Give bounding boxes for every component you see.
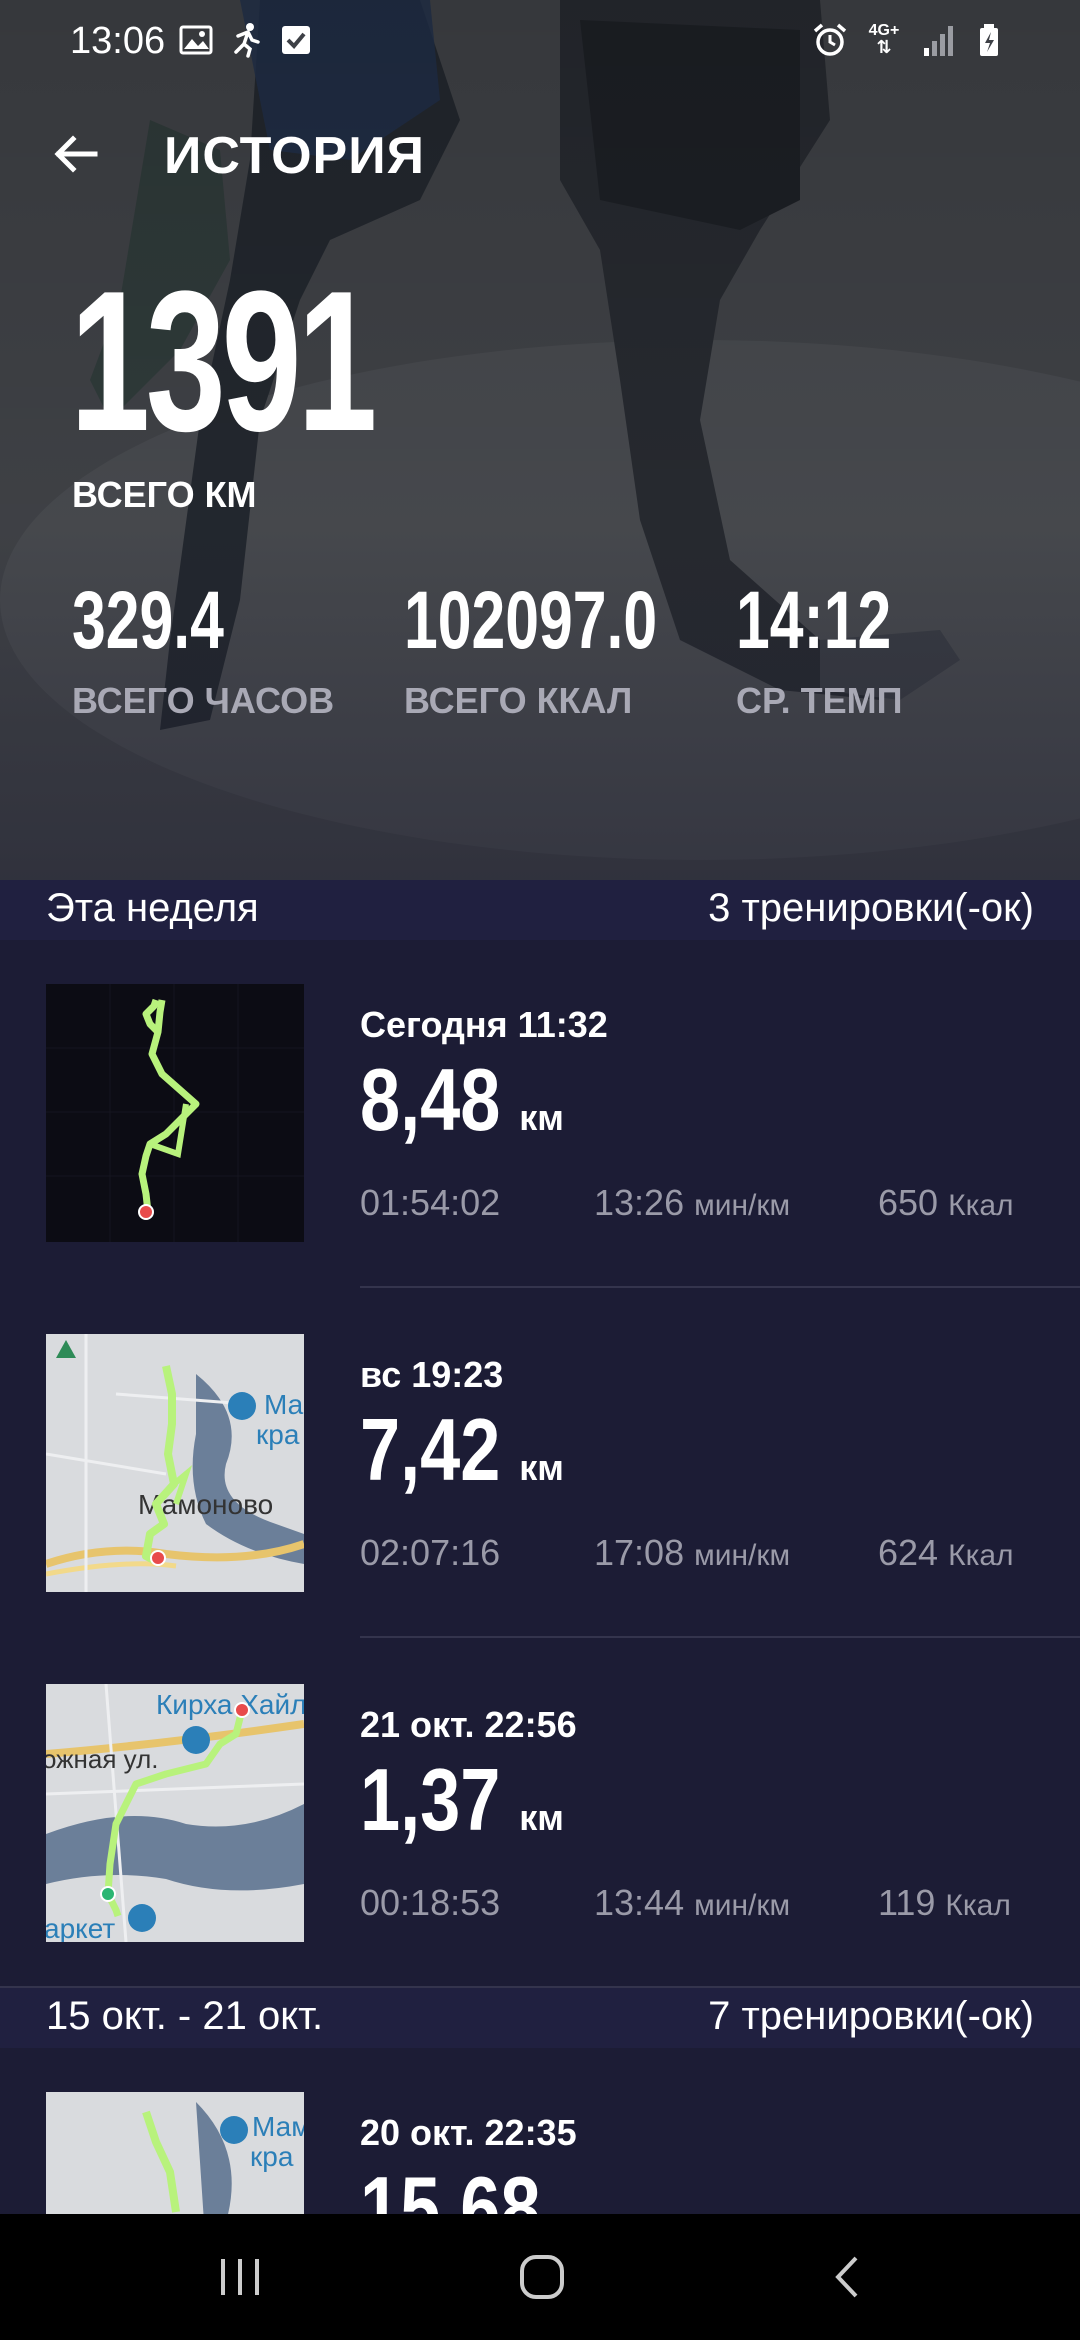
map-label: аркет — [46, 1913, 115, 1942]
system-nav-bar — [0, 2214, 1080, 2340]
status-time: 13:06 — [70, 20, 166, 62]
home-icon — [520, 2255, 564, 2299]
divider — [360, 1286, 1080, 1288]
workout-pace: 13:44 мин/км — [594, 1882, 791, 1923]
workout-date: Сегодня 11:32 — [360, 1004, 608, 1045]
recent-apps-icon — [221, 2259, 259, 2295]
section-title: Эта неделя — [46, 886, 259, 930]
section-count: 3 тренировки(-ок) — [708, 886, 1034, 930]
nav-back-button[interactable] — [806, 2244, 886, 2310]
running-icon — [234, 23, 260, 58]
workout-distance: 15,68км — [360, 2158, 613, 2215]
home-button[interactable] — [502, 2244, 582, 2310]
workout-date: 21 окт. 22:56 — [360, 1704, 577, 1745]
workout-duration: 00:18:53 — [360, 1882, 501, 1923]
workout-distance: 7,42 км — [360, 1400, 564, 1499]
workout-kcal: 624 Ккал — [878, 1532, 1014, 1573]
route-map-thumbnail: Кирха Хайл ожная ул. аркет — [46, 1684, 304, 1942]
stat-value: 329.4 — [72, 575, 224, 666]
status-bar: 13:06 4G+ ⇅ — [0, 0, 1080, 84]
workout-date: вс 19:23 — [360, 1354, 504, 1395]
stat-value: 14:12 — [736, 575, 892, 666]
section-title: 15 окт. - 21 окт. — [46, 1994, 324, 2038]
total-km-value: 1391 — [70, 250, 377, 473]
stat-value: 102097.0 — [404, 575, 658, 666]
recent-apps-button[interactable] — [200, 2244, 280, 2310]
workout-item[interactable]: Кирха Хайл ожная ул. аркет 21 окт. 22:56… — [0, 1684, 1080, 2034]
battery-charging-icon — [980, 24, 998, 56]
back-icon — [835, 2256, 858, 2298]
workout-item[interactable]: Ма кра Мамоново вс 19:23 7,42 км 02:07:16… — [0, 1334, 1080, 1684]
workout-item[interactable]: Сегодня 11:32 8,48 км 01:54:02 13:26 мин/… — [0, 984, 1080, 1334]
hero-banner: 13:06 4G+ ⇅ ИСТОРИЯ 1391 ВСЕГО КМ 329.4 В… — [0, 0, 1080, 880]
map-label: кра — [250, 2141, 294, 2172]
map-label: кра — [256, 1419, 300, 1450]
workout-kcal: 650 Ккал — [878, 1182, 1014, 1223]
stat-total-kcal: 102097.0 ВСЕГО ККАЛ — [404, 580, 746, 722]
map-label: Ма — [264, 1389, 304, 1420]
workout-pace: 13:26 мин/км — [594, 1182, 791, 1223]
section-header-this-week: Эта неделя 3 тренировки(-ок) — [0, 880, 1080, 940]
signal-icon — [924, 26, 953, 56]
route-map-thumbnail: Мам кра — [46, 2092, 304, 2214]
route-map-thumbnail: Ма кра Мамоново — [46, 1334, 304, 1592]
checkbox-icon — [282, 26, 310, 54]
stat-avg-pace: 14:12 СР. ТЕМП — [736, 580, 946, 722]
workout-duration: 01:54:02 — [360, 1182, 501, 1223]
stat-label: СР. ТЕМП — [736, 680, 903, 721]
workout-date: 20 окт. 22:35 — [360, 2112, 577, 2153]
back-button[interactable] — [40, 118, 112, 190]
map-label: Мам — [252, 2111, 304, 2142]
page-title: ИСТОРИЯ — [164, 127, 425, 185]
section-count: 7 тренировки(-ок) — [708, 1994, 1034, 2038]
divider — [360, 1636, 1080, 1638]
map-label: Кирха Хайл — [156, 1689, 304, 1720]
workout-pace: 17:08 мин/км — [594, 1532, 791, 1573]
network-4g-icon: 4G+ ⇅ — [868, 22, 900, 57]
workout-distance: 1,37 км — [360, 1750, 564, 1849]
workout-kcal: 119 Ккал — [878, 1882, 1011, 1923]
workout-duration: 02:07:16 — [360, 1532, 501, 1573]
alarm-icon — [813, 23, 847, 56]
section-header-week: 15 окт. - 21 окт. 7 тренировки(-ок) — [0, 1986, 1080, 2048]
image-icon — [179, 25, 213, 55]
stat-total-hours: 329.4 ВСЕГО ЧАСОВ — [72, 580, 334, 722]
stat-label: ВСЕГО ККАЛ — [404, 680, 633, 721]
route-map-thumbnail — [46, 984, 304, 1242]
stat-label: ВСЕГО ЧАСОВ — [72, 680, 335, 721]
arrow-left-icon — [54, 135, 98, 173]
workout-item[interactable]: Мам кра 20 окт. 22:35 15,68км — [0, 2092, 1080, 2214]
total-km-label: ВСЕГО КМ — [72, 474, 257, 515]
workout-distance: 8,48 км — [360, 1050, 564, 1149]
map-label: ожная ул. — [46, 1744, 159, 1774]
